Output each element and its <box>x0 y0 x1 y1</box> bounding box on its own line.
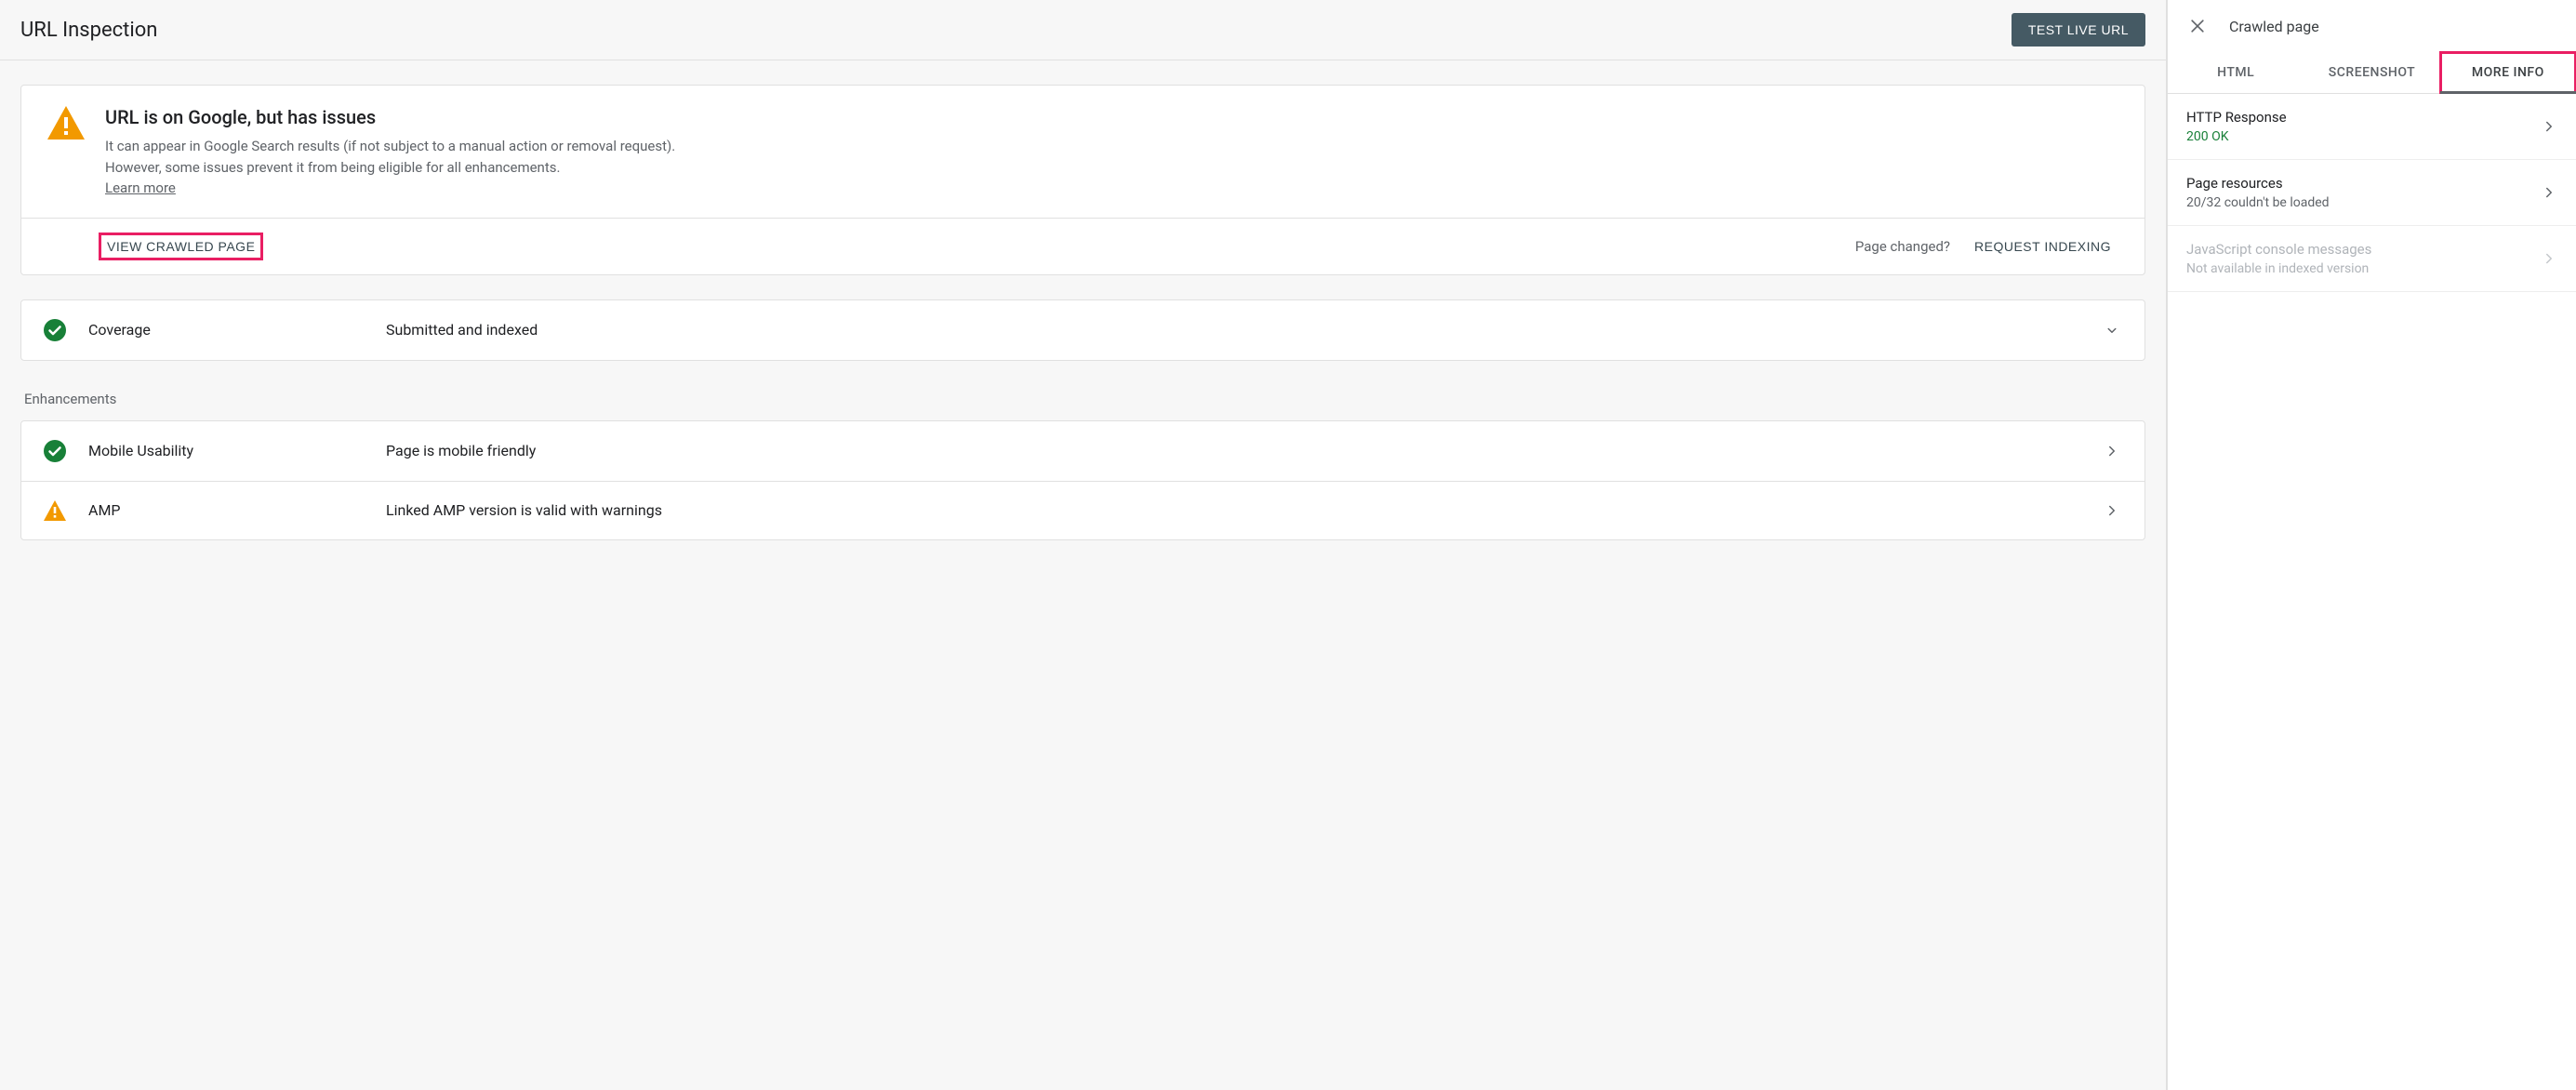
coverage-card: Coverage Submitted and indexed <box>20 299 2145 361</box>
row-label: AMP <box>88 501 367 519</box>
request-indexing-button[interactable]: REQUEST INDEXING <box>1967 233 2118 259</box>
side-panel: Crawled page HTML SCREENSHOT MORE INFO H… <box>2167 0 2576 1090</box>
row-label: Mobile Usability <box>88 442 367 459</box>
side-tabs: HTML SCREENSHOT MORE INFO <box>2168 52 2576 94</box>
side-item-title: Page resources <box>2186 175 2530 192</box>
chevron-right-icon <box>2541 118 2557 135</box>
main-content: URL is on Google, but has issues It can … <box>0 60 2166 565</box>
learn-more-link[interactable]: Learn more <box>105 179 176 196</box>
coverage-value: Submitted and indexed <box>386 321 2085 339</box>
warning-icon <box>47 106 85 199</box>
enhancements-card: Mobile Usability Page is mobile friendly… <box>20 420 2145 540</box>
status-block: URL is on Google, but has issues It can … <box>21 86 2144 219</box>
row-value: Linked AMP version is valid with warning… <box>386 501 2085 519</box>
side-list: HTTP Response 200 OK Page resources 20/3… <box>2168 94 2576 292</box>
coverage-row[interactable]: Coverage Submitted and indexed <box>21 300 2144 360</box>
side-item-sub: 20/32 couldn't be loaded <box>2186 195 2530 210</box>
enhancements-section-label: Enhancements <box>24 391 2145 407</box>
tab-more-info[interactable]: MORE INFO <box>2440 52 2576 93</box>
main-header: URL Inspection TEST LIVE URL <box>0 0 2166 60</box>
side-panel-title: Crawled page <box>2229 18 2319 35</box>
tab-html[interactable]: HTML <box>2168 52 2304 93</box>
chevron-right-icon <box>2104 443 2122 459</box>
test-live-url-button[interactable]: TEST LIVE URL <box>2012 13 2145 47</box>
http-response-row[interactable]: HTTP Response 200 OK <box>2168 94 2576 160</box>
side-item-sub: 200 OK <box>2186 129 2530 144</box>
status-card: URL is on Google, but has issues It can … <box>20 85 2145 275</box>
chevron-right-icon <box>2104 502 2122 519</box>
status-title: URL is on Google, but has issues <box>105 106 2118 128</box>
close-button[interactable] <box>2184 13 2211 39</box>
main-panel: URL Inspection TEST LIVE URL URL is on G… <box>0 0 2167 1090</box>
view-crawled-page-button[interactable]: VIEW CRAWLED PAGE <box>100 233 262 259</box>
side-item-title: HTTP Response <box>2186 109 2530 126</box>
chevron-right-icon <box>2541 250 2557 267</box>
close-icon <box>2188 17 2207 35</box>
page-resources-row[interactable]: Page resources 20/32 couldn't be loaded <box>2168 160 2576 226</box>
warning-icon <box>44 500 70 521</box>
js-console-row: JavaScript console messages Not availabl… <box>2168 226 2576 292</box>
page-changed-label: Page changed? <box>1855 238 1950 255</box>
row-value: Page is mobile friendly <box>386 442 2085 459</box>
check-icon <box>44 440 70 462</box>
mobile-usability-row[interactable]: Mobile Usability Page is mobile friendly <box>21 421 2144 481</box>
page-title: URL Inspection <box>20 19 157 42</box>
check-icon <box>44 319 70 341</box>
chevron-down-icon <box>2104 322 2122 339</box>
status-description: It can appear in Google Search results (… <box>105 136 700 199</box>
amp-row[interactable]: AMP Linked AMP version is valid with war… <box>21 481 2144 539</box>
coverage-label: Coverage <box>88 321 367 339</box>
side-header: Crawled page <box>2168 0 2576 52</box>
status-actions: VIEW CRAWLED PAGE Page changed? REQUEST … <box>21 219 2144 274</box>
tab-screenshot[interactable]: SCREENSHOT <box>2304 52 2439 93</box>
status-description-text: It can appear in Google Search results (… <box>105 138 675 176</box>
side-item-sub: Not available in indexed version <box>2186 261 2530 276</box>
chevron-right-icon <box>2541 184 2557 201</box>
side-item-title: JavaScript console messages <box>2186 241 2530 258</box>
